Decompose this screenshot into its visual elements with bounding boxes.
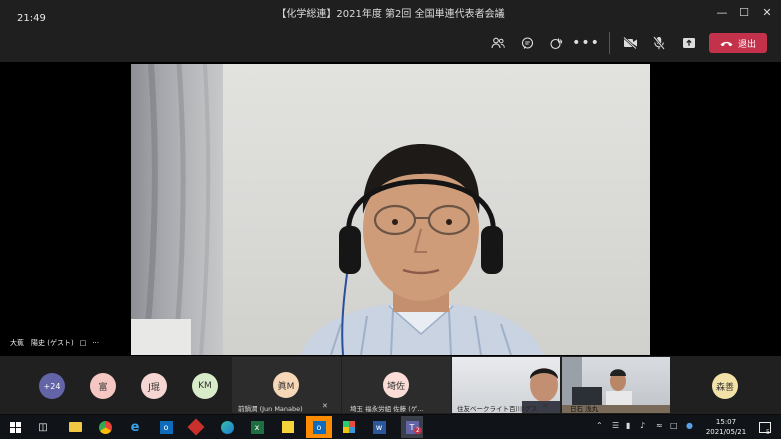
taskbar-excel[interactable]: x	[248, 418, 266, 436]
share-content-button[interactable]	[679, 33, 699, 53]
taskbar-time: 15:07	[715, 418, 737, 426]
reactions-button[interactable]	[546, 33, 566, 53]
participants-button[interactable]	[488, 33, 508, 53]
microphone-off-icon	[653, 36, 665, 50]
taskbar-chrome[interactable]	[96, 418, 114, 436]
red-app-icon	[187, 418, 205, 436]
curtain-folds	[142, 64, 211, 355]
more-icon: •••	[572, 35, 600, 51]
participant-name: 前鍋潤 (Jun Manabe)	[238, 405, 303, 413]
taskbar-outlook-active[interactable]: o	[306, 416, 332, 438]
taskbar-word[interactable]: w	[370, 418, 388, 436]
task-view-icon: ◫	[38, 421, 48, 433]
people-icon	[491, 37, 505, 49]
word-icon: w	[372, 420, 386, 434]
muted-mic-icon: ✕	[542, 402, 548, 410]
ie-icon: e	[130, 419, 140, 435]
sticky-notes-icon	[282, 421, 294, 433]
camera-off-icon	[622, 37, 637, 49]
participant-name: 住友ベークライト百川(ゲスト)	[457, 405, 537, 413]
volume-icon[interactable]: ♪	[640, 421, 645, 430]
leave-label: 退出	[737, 39, 756, 50]
outlook-icon: o	[159, 420, 173, 434]
network-icon[interactable]: ☰	[612, 421, 619, 430]
taskbar-date: 2021/05/21	[705, 428, 747, 436]
microphone-toggle-button[interactable]	[649, 33, 669, 53]
battery-icon[interactable]: ▮	[626, 421, 630, 430]
participant-avatar: 眞M	[273, 372, 299, 398]
video-background-object	[131, 319, 191, 355]
muted-mic-icon: ✕	[322, 402, 328, 410]
camera-toggle-button[interactable]	[620, 33, 640, 53]
speaker-video[interactable]	[131, 64, 650, 355]
folder-icon	[68, 422, 82, 432]
taskbar-clock[interactable]: 15:07 2021/05/21	[702, 417, 750, 437]
minimize-icon: —	[716, 5, 728, 19]
excel-icon: x	[250, 420, 264, 434]
toolbar-divider	[609, 32, 610, 54]
participant-name: 埼玉 福永労組 佐藤 (ゲ...	[350, 405, 424, 413]
meeting-timer: 21:49	[17, 13, 46, 24]
participant-name: 日石 浅丸	[570, 405, 599, 413]
keyboard-icon[interactable]: □	[670, 421, 678, 430]
participant-avatar: 埼佐	[383, 372, 409, 398]
notification-center-button[interactable]	[756, 418, 774, 436]
screen-share-icon: □	[79, 339, 87, 347]
teams-notification-badge: 2	[414, 427, 422, 434]
notification-count: 5	[766, 429, 770, 436]
chrome-icon	[98, 420, 112, 434]
more-actions-button[interactable]: •••	[572, 33, 599, 53]
chat-icon	[521, 36, 533, 49]
taskbar-app[interactable]	[187, 418, 205, 436]
phone-hangup-icon	[720, 41, 733, 46]
window-title: 【化学総連】2021年度 第2回 全国単連代表者会議	[276, 9, 505, 20]
close-window-button[interactable]: ✕	[752, 0, 781, 24]
close-icon: ✕	[762, 5, 772, 19]
wifi-icon[interactable]: ≈	[656, 421, 663, 430]
windows-logo-icon	[9, 421, 21, 433]
maximize-icon: ☐	[739, 5, 749, 19]
onedrive-icon[interactable]: ●	[686, 421, 693, 430]
taskbar-outlook[interactable]: o	[157, 418, 175, 436]
speaker-more-button[interactable]: ···	[92, 339, 99, 347]
edge-icon	[220, 420, 234, 434]
video-background-curtain	[131, 64, 223, 355]
outlook-icon: o	[312, 420, 326, 434]
participant-avatar[interactable]: J琨	[141, 373, 167, 399]
participant-avatar[interactable]: 森善	[712, 373, 738, 399]
raise-hand-icon	[549, 38, 562, 49]
taskbar-file-explorer[interactable]	[66, 418, 84, 436]
taskbar-sticky-notes[interactable]	[279, 418, 297, 436]
task-view-button[interactable]: ◫	[34, 418, 52, 436]
windows-taskbar	[0, 415, 781, 439]
overflow-participants-button[interactable]: +24	[39, 373, 65, 399]
speaker-label: 大蕉 陽史 (ゲスト) □ ···	[10, 338, 99, 348]
share-screen-icon	[683, 38, 695, 48]
speaker-name: 大蕉 陽史 (ゲスト)	[10, 339, 74, 347]
app-grid-icon	[343, 421, 355, 433]
taskbar-edge-chromium[interactable]	[218, 418, 236, 436]
speaker-person	[301, 144, 543, 355]
taskbar-edge[interactable]: e	[126, 418, 144, 436]
participant-avatar[interactable]: 富	[90, 373, 116, 399]
participant-avatar[interactable]: KM	[192, 373, 218, 399]
leave-meeting-button[interactable]: 退出	[709, 33, 767, 53]
chat-button[interactable]	[517, 33, 537, 53]
start-button[interactable]	[6, 418, 24, 436]
tray-chevron-icon[interactable]: ⌃	[596, 421, 603, 430]
taskbar-app-grid[interactable]	[340, 418, 358, 436]
